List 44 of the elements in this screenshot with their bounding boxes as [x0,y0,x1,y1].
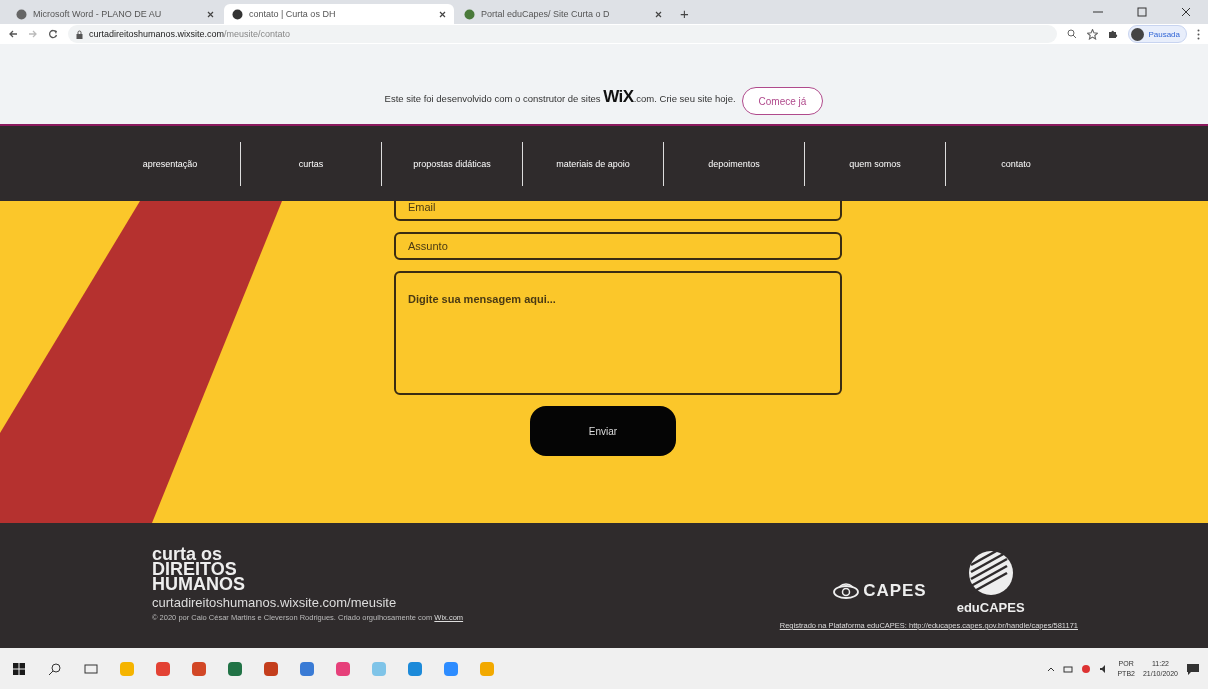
message-field[interactable]: Digite sua mensagem aqui... [394,271,842,395]
tab-favicon-icon [16,8,27,20]
input-field[interactable]: Assunto [394,232,842,260]
close-icon[interactable] [655,10,662,18]
striped-globe-icon [966,549,1015,597]
browser-tab[interactable]: Portal eduCapes/ Site Curta o D [456,4,670,24]
logo-text: curta os [152,547,223,562]
menu-icon[interactable] [1197,28,1200,40]
send-button[interactable]: Enviar [530,406,676,456]
browser-tab[interactable]: Microsoft Word - PLANO DE AU [8,4,222,24]
close-icon[interactable] [207,10,214,18]
zoom-icon[interactable] [1067,29,1078,39]
start-button[interactable]: Comece já [741,87,824,115]
tray-app-icon[interactable] [1081,663,1092,674]
educapes-logo-text: eduCAPES [956,600,1025,615]
tab-favicon-icon [464,8,475,20]
star-icon[interactable] [1087,28,1099,40]
reload-icon[interactable] [48,29,58,39]
capes-logo-text: CAPES [863,581,927,601]
browser-tab[interactable]: contato | Curta os DH [224,4,454,24]
nav-link[interactable]: depoimentos [664,141,804,186]
notification-icon[interactable] [1186,661,1200,676]
network-icon[interactable] [1063,663,1074,674]
nav-link[interactable]: propostas didáticas [382,141,522,186]
address-bar[interactable]: curtadireitoshumanos.wixsite.com/meusite/contato [68,25,1058,43]
site-url: curtadireitoshumanos.wixsite.com/meusite [152,595,398,610]
nav-link[interactable]: contato [946,141,1086,186]
chevron-icon[interactable] [1047,665,1056,672]
nav-link[interactable]: quem somos [805,141,945,186]
nav-link[interactable]: curtas [241,141,381,186]
lock-icon [76,29,83,39]
profile-button[interactable]: Pausada [1128,25,1187,43]
back-icon[interactable] [8,29,18,39]
eye-logo-icon [833,583,860,599]
puzzle-icon[interactable] [1108,29,1119,39]
nav-link[interactable]: apresentação [100,141,240,186]
logo-text: HUMANOS [152,577,246,592]
logo-text: DIREITOS [152,562,237,577]
promo-text: Este site foi desenvolvido com o construtor de sites WiX.com. Crie seu site hoje. [384,87,736,107]
input-field[interactable]: Email [394,201,842,221]
new-tab-button[interactable]: + [672,4,697,24]
close-icon[interactable] [439,10,446,18]
nav-link[interactable]: materiais de apoio [523,141,663,186]
tab-favicon-icon [232,8,243,20]
